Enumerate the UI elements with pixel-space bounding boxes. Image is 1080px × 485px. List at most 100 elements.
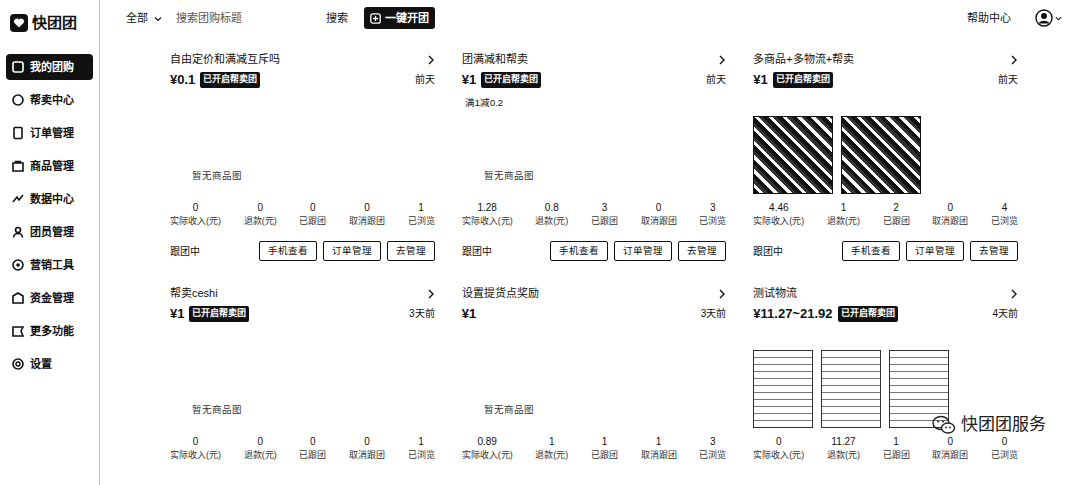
menu-icon [11, 192, 25, 206]
price: ¥1 [462, 70, 476, 90]
card-header: 测试物流 [753, 284, 1018, 302]
sidebar-label: 数据中心 [30, 191, 74, 208]
stat-label: 已浏览 [408, 449, 435, 463]
card-action-button[interactable]: 手机查看 [842, 241, 900, 261]
product-image[interactable] [841, 116, 921, 194]
menu-icon [11, 60, 25, 74]
search-button[interactable]: 搜索 [320, 8, 354, 29]
stat-value: 11.27 [831, 434, 855, 449]
help-sell-badge: 已开启帮卖团 [481, 72, 541, 88]
create-group-button[interactable]: 一键开团 [364, 7, 435, 30]
card-title[interactable]: 测试物流 [753, 285, 797, 302]
card-action-button[interactable]: 去管理 [387, 241, 435, 261]
product-image[interactable] [889, 350, 949, 428]
sidebar-item[interactable]: 数据中心 [6, 186, 93, 212]
menu-icon-svg [11, 225, 25, 239]
stat-label: 取消跟团 [932, 449, 968, 463]
card-header: 自由定价和满减互斥吗 [170, 50, 435, 68]
sidebar-item[interactable]: 团员管理 [6, 219, 93, 245]
stat-value: 1 [549, 434, 555, 449]
product-image[interactable] [753, 350, 813, 428]
group-card[interactable]: 自由定价和满减互斥吗¥0.1已开启帮卖团前天暂无商品图0实际收入(元)0退款(元… [170, 50, 435, 262]
group-status: 跟团中 [753, 244, 783, 259]
time-ago: 3天前 [701, 306, 727, 321]
price: ¥1 [462, 304, 476, 324]
help-link[interactable]: 帮助中心 [967, 10, 1011, 27]
group-card[interactable]: 帮卖ceshi¥1已开启帮卖团3天前暂无商品图0实际收入(元)0退款(元)0已跟… [170, 284, 435, 462]
card-title[interactable]: 帮卖ceshi [170, 285, 218, 302]
card-title[interactable]: 团满减和帮卖 [462, 51, 528, 68]
stat-value: 4 [1002, 200, 1008, 215]
product-image[interactable] [821, 350, 881, 428]
sidebar-label: 资金管理 [30, 290, 74, 307]
stats-row: 0实际收入(元)0退款(元)0已跟团0取消跟团1已浏览 [170, 200, 435, 229]
sidebar-label: 商品管理 [30, 158, 74, 175]
stat-value: 1 [602, 434, 608, 449]
stat-value: 0 [776, 434, 782, 449]
menu-icon [11, 258, 25, 272]
sidebar-item[interactable]: 设置 [6, 351, 93, 377]
sidebar-label: 我的团购 [30, 59, 74, 76]
stat-value: 0 [948, 200, 954, 215]
card-title[interactable]: 多商品+多物流+帮卖 [753, 51, 854, 68]
menu-icon-svg [11, 192, 25, 206]
help-sell-badge: 已开启帮卖团 [773, 72, 833, 88]
stat: 1退款(元) [535, 434, 568, 463]
card-action-button[interactable]: 订单管理 [323, 241, 381, 261]
sidebar-item[interactable]: 我的团购 [6, 54, 93, 80]
user-menu[interactable] [1035, 9, 1062, 28]
price-row: ¥1 已开启帮卖团 前天 [753, 70, 1018, 90]
stat-label: 实际收入(元) [462, 215, 513, 229]
logo[interactable]: 快团团 [6, 10, 93, 36]
media-body: 暂无商品图 [462, 110, 727, 200]
chevron-down-icon-svg [154, 15, 162, 23]
sidebar-item[interactable]: 资金管理 [6, 285, 93, 311]
card-action-button[interactable]: 手机查看 [550, 241, 608, 261]
sidebar-item[interactable]: 营销工具 [6, 252, 93, 278]
card-action-button[interactable]: 手机查看 [259, 241, 317, 261]
sidebar-item[interactable]: 商品管理 [6, 153, 93, 179]
group-card[interactable]: 设置提货点奖励¥13天前暂无商品图0.89实际收入(元)1退款(元)1已跟团1取… [462, 284, 727, 462]
media-body: 暂无商品图 [170, 330, 435, 434]
time-ago: 前天 [998, 72, 1018, 87]
stat: 1已跟团 [883, 434, 910, 463]
stat-value: 0 [257, 200, 263, 215]
sidebar-label: 订单管理 [30, 125, 74, 142]
sidebar-item[interactable]: 帮卖中心 [6, 87, 93, 113]
media-area: 暂无商品图 [170, 330, 435, 434]
stat: 0实际收入(元) [170, 434, 221, 463]
menu-icon-svg [11, 291, 25, 305]
stat-label: 已跟团 [591, 449, 618, 463]
stat-value: 0 [310, 434, 316, 449]
chevron-right-icon [427, 51, 435, 68]
stat-value: 1 [893, 434, 899, 449]
group-card[interactable]: 团满减和帮卖¥1已开启帮卖团前天满1减0.2暂无商品图1.28实际收入(元)0.… [462, 50, 727, 262]
price: ¥1 [753, 70, 767, 90]
stat: 0取消跟团 [932, 434, 968, 463]
sidebar-item[interactable]: 更多功能 [6, 318, 93, 344]
filter-dropdown[interactable]: 全部 [126, 10, 162, 27]
group-card[interactable]: 测试物流¥11.27~21.92已开启帮卖团4天前0实际收入(元)11.27退款… [753, 284, 1018, 462]
sidebar-item[interactable]: 订单管理 [6, 120, 93, 146]
plus-box-icon [370, 10, 381, 27]
card-action-button[interactable]: 订单管理 [614, 241, 672, 261]
card-title[interactable]: 自由定价和满减互斥吗 [170, 51, 280, 68]
sidebar: 快团团我的团购帮卖中心订单管理商品管理数据中心团员管理营销工具资金管理更多功能设… [0, 0, 100, 485]
card-title[interactable]: 设置提货点奖励 [462, 285, 539, 302]
product-image[interactable] [753, 116, 833, 194]
card-action-button[interactable]: 去管理 [678, 241, 726, 261]
stat-label: 取消跟团 [641, 215, 677, 229]
sidebar-label: 营销工具 [30, 257, 74, 274]
card-action-button[interactable]: 订单管理 [906, 241, 964, 261]
search-input[interactable] [172, 8, 302, 29]
no-image-text: 暂无商品图 [170, 403, 242, 427]
chevron-right-icon-svg [1010, 289, 1018, 299]
group-card[interactable]: 多商品+多物流+帮卖¥1已开启帮卖团前天4.46实际收入(元)1退款(元)2已跟… [753, 50, 1018, 262]
stat-value: 3 [710, 434, 716, 449]
menu-icon-svg [11, 324, 25, 338]
stat: 2已跟团 [883, 200, 910, 229]
stat-value: 1 [841, 200, 847, 215]
stat-label: 退款(元) [827, 449, 860, 463]
stat-value: 0 [364, 200, 370, 215]
card-action-button[interactable]: 去管理 [970, 241, 1018, 261]
